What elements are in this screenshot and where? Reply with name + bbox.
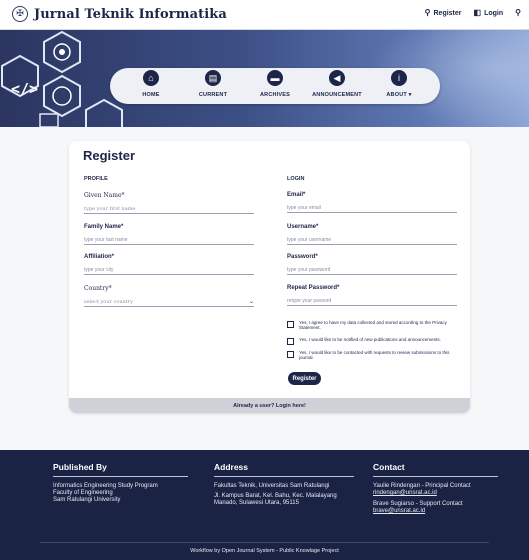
reviewer-consent-text: Yes, I would like to be contacted with r… [299,350,450,361]
username-field: Username* [287,224,457,245]
chevron-down-icon: ⌄ [248,298,254,305]
footer-published-title: Published By [53,462,107,472]
register-button[interactable]: Register [288,372,321,385]
footer-credit: Workflow by Open Journal System - Public… [40,542,489,554]
login-section-title: LOGIN [287,176,305,182]
reviewer-consent[interactable]: Yes, I would like to be contacted with r… [287,350,459,361]
register-link[interactable]: ⚲ Register [425,9,462,17]
footer-address-title: Address [214,462,249,472]
footer-address: Address Fakultas Teknik, Universitas Sam… [214,462,354,507]
footer-address-line: Manado, Sulawesi Utara, 95115 [214,500,299,506]
search-icon: ⚲ [515,8,521,17]
search-button[interactable]: ⚲ [515,9,521,17]
email-input[interactable] [287,203,457,213]
affiliation-field: Affiliation* [84,254,254,275]
country-label: Country* [84,285,112,292]
login-icon: ◧ [473,8,482,17]
user-links: ⚲ Register ◧ Login ⚲ [425,9,521,17]
privacy-consent-text: Yes, I agree to have my data collected a… [299,320,447,331]
email-field: Email* [287,192,457,213]
footer-contact: Contact Yaulie Rindengan - Principal Con… [373,462,498,515]
home-icon: ⌂ [141,68,161,88]
nav-announcement[interactable]: ◀ ANNOUNCEMENT [307,68,367,98]
nav-home[interactable]: ⌂ HOME [121,68,181,98]
contact-support-email[interactable]: brave@unsrat.ac.id [373,508,498,515]
contact-principal-email[interactable]: rindengan@unsrat.ac.id [373,490,498,497]
email-label: Email* [287,192,306,198]
nav-archives[interactable]: ▬ ARCHIVES [245,68,305,98]
password-field: Password* [287,254,457,275]
family-name-label: Family Name* [84,224,124,230]
username-input[interactable] [287,235,457,245]
nav-home-label: HOME [142,92,160,98]
nav-announcement-label: ANNOUNCEMENT [312,92,362,98]
footer-published-line: Informatics Engineering Study Program [53,483,158,489]
nav-current[interactable]: ▤ CURRENT [183,68,243,98]
login-link[interactable]: ◧ Login [474,9,504,17]
notify-checkbox[interactable] [287,338,294,345]
top-bar: ✠ Jurnal Teknik Informatika ⚲ Register ◧… [0,0,529,30]
affiliation-label: Affiliation* [84,254,114,260]
info-icon: i [389,68,409,88]
svg-text:</>: </> [11,80,38,98]
password-label: Password* [287,254,318,260]
seal-icon: ✠ [12,6,28,22]
footer-published: Published By Informatics Engineering Stu… [53,462,188,504]
footer-published-line: Faculty of Engineering [53,490,113,496]
repeat-password-input[interactable] [287,296,457,306]
privacy-consent[interactable]: Yes, I agree to have my data collected a… [287,320,459,331]
username-label: Username* [287,224,319,230]
login-link-label: Login [484,9,504,17]
nav-current-label: CURRENT [198,92,228,98]
register-form: Register PROFILE LOGIN Given Name* Famil… [69,141,470,413]
login-prompt[interactable]: Already a user? Login here! [69,398,470,413]
footer-address-line: Jl. Kampus Barat, Kel. Bahu, Kec. Malala… [214,493,337,499]
notify-consent[interactable]: Yes, I would like to be notified of new … [287,337,459,345]
megaphone-icon: ◀ [327,68,347,88]
nav-about[interactable]: i ABOUT ▾ [369,68,429,98]
contact-principal: Yaulie Rindengan - Principal Contact [373,483,471,489]
site-footer: Published By Informatics Engineering Stu… [0,450,529,560]
given-name-field: Given Name* [84,192,254,214]
repeat-password-field: Repeat Password* [287,285,457,306]
password-input[interactable] [287,265,457,275]
country-field: Country* select your country ⌄ [84,285,254,307]
repeat-password-label: Repeat Password* [287,285,340,291]
footer-published-line: Sam Ratulangi University [53,497,121,503]
profile-section-title: PROFILE [84,176,108,182]
site-logo[interactable]: ✠ Jurnal Teknik Informatika [12,6,227,22]
family-name-input[interactable] [84,235,254,245]
family-name-field: Family Name* [84,224,254,245]
given-name-input[interactable] [84,204,254,214]
site-title[interactable]: Jurnal Teknik Informatika [34,7,227,22]
footer-contact-title: Contact [373,462,405,472]
country-select-value: select your country [84,298,133,305]
reviewer-checkbox[interactable] [287,351,294,358]
notify-consent-text: Yes, I would like to be notified of new … [299,337,441,342]
main-nav: ⌂ HOME ▤ CURRENT ▬ ARCHIVES ◀ ANNOUNCEME… [110,68,440,104]
contact-support: Brave Sugiarso - Support Contact [373,501,463,507]
footer-address-line: Fakultas Teknik, Universitas Sam Ratulan… [214,483,330,489]
given-name-label: Given Name* [84,192,125,199]
user-icon: ⚲ [424,8,431,17]
privacy-checkbox[interactable] [287,321,294,328]
nav-about-label: ABOUT ▾ [386,92,412,98]
page-title: Register [83,148,136,163]
affiliation-input[interactable] [84,265,254,275]
main-content: Register PROFILE LOGIN Given Name* Famil… [0,127,529,450]
register-link-label: Register [433,9,462,17]
country-select[interactable]: select your country ⌄ [84,297,254,307]
document-icon: ▤ [203,68,223,88]
nav-archives-label: ARCHIVES [259,92,291,98]
archive-icon: ▬ [265,68,285,88]
